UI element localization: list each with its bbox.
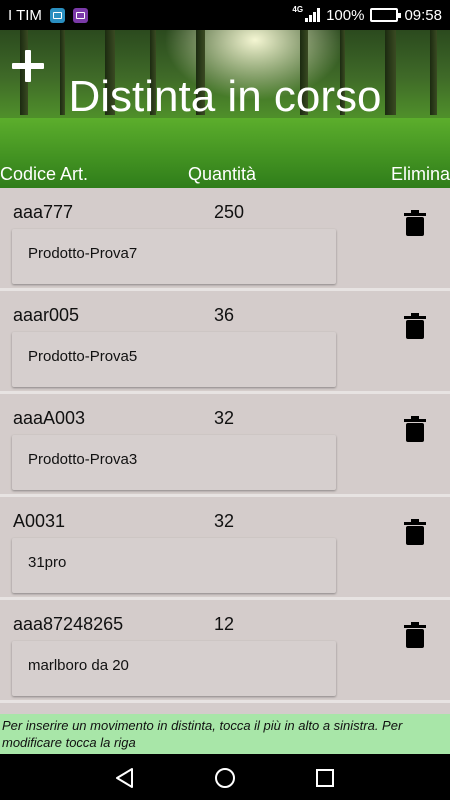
item-code: aaa777 (13, 202, 74, 222)
message-notification-icon (49, 7, 65, 23)
column-headers: Codice Art. Quantità Elimina (0, 164, 450, 186)
column-header-code: Codice Art. (0, 164, 89, 184)
item-description: Prodotto-Prova3 (12, 435, 336, 490)
home-icon[interactable] (214, 767, 236, 789)
list-item[interactable]: aaa87248265 12 marlboro da 20 (0, 600, 450, 703)
signal-icon (305, 8, 321, 22)
list-item[interactable]: aaa777 250 Prodotto-Prova7 (0, 188, 450, 291)
trash-icon[interactable] (404, 313, 426, 339)
battery-icon (370, 8, 402, 22)
item-list: aaa777 250 Prodotto-Prova7 aaar005 36 Pr… (0, 188, 450, 703)
item-quantity: 250 (214, 202, 245, 222)
carrier-label: I TIM (8, 6, 42, 24)
item-description: marlboro da 20 (12, 641, 336, 696)
item-description: 31pro (12, 538, 336, 593)
trash-icon[interactable] (404, 622, 426, 648)
list-item[interactable]: aaar005 36 Prodotto-Prova5 (0, 291, 450, 394)
item-quantity: 32 (214, 511, 235, 531)
trash-icon[interactable] (404, 210, 426, 236)
network-type: 4G (292, 4, 304, 14)
page-title: Distinta in corso (68, 72, 382, 121)
item-description: Prodotto-Prova7 (12, 229, 336, 284)
item-description: Prodotto-Prova5 (12, 332, 336, 387)
item-code: A0031 (13, 511, 66, 531)
trash-icon[interactable] (404, 416, 426, 442)
status-bar: I TIM 4G 100% 09:58 (0, 0, 450, 30)
item-code: aaar005 (13, 305, 80, 325)
list-item[interactable]: A0031 32 31pro (0, 497, 450, 600)
item-quantity: 36 (214, 305, 235, 325)
navigation-bar (0, 754, 450, 800)
clock: 09:58 (404, 6, 442, 24)
item-code: aaaA003 (13, 408, 86, 428)
item-quantity: 12 (214, 614, 235, 634)
list-item[interactable]: aaaA003 32 Prodotto-Prova3 (0, 394, 450, 497)
trash-icon[interactable] (404, 519, 426, 545)
recent-apps-icon[interactable] (314, 767, 336, 789)
back-icon[interactable] (114, 767, 136, 789)
header-banner: Distinta in corso Codice Art. Quantità E… (0, 30, 450, 188)
column-header-delete: Elimina (390, 164, 450, 184)
info-message: Per inserire un movimento in distinta, t… (0, 714, 450, 754)
item-quantity: 32 (214, 408, 235, 428)
image-notification-icon (72, 7, 88, 23)
item-code: aaa87248265 (13, 614, 124, 634)
column-header-quantity: Quantità (188, 164, 257, 184)
battery-percent: 100% (326, 6, 365, 24)
